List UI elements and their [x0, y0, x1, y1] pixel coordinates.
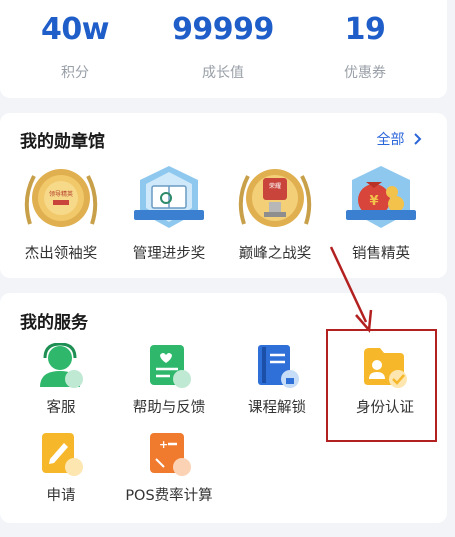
- annotation-arrow-icon: [329, 246, 373, 334]
- annotation-highlight-box: [326, 329, 437, 442]
